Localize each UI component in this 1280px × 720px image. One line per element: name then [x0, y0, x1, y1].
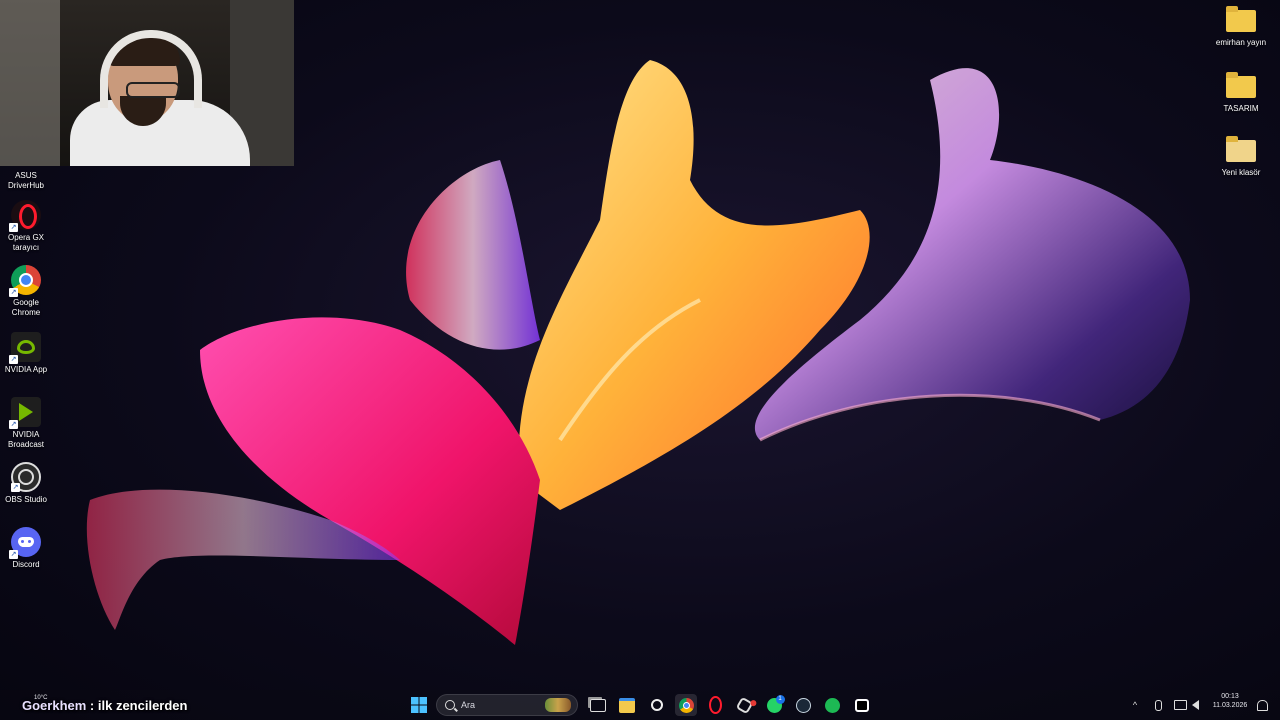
taskbar-chrome[interactable] [675, 694, 697, 716]
desktop-icon-label: NVIDIA Broadcast [7, 430, 45, 449]
obs-icon: ↗ [11, 462, 41, 492]
stream-chat-caption: Goerkhem : ilk zencilerden [22, 698, 187, 713]
folder-icon [1226, 6, 1256, 32]
search-placeholder: Ara [461, 700, 476, 710]
chrome-icon: ↗ [9, 265, 41, 297]
taskbar-chatgpt[interactable] [733, 694, 757, 716]
taskbar-spotify[interactable] [821, 694, 843, 716]
tray-volume[interactable] [1188, 694, 1202, 716]
desktop-icon-label: Opera GX tarayıcı [7, 233, 44, 252]
steelseries-icon [651, 699, 663, 711]
taskbar: 10°C Ara 1 ^ 00:13 11.03.2026 [0, 690, 1280, 720]
taskbar-steam[interactable] [792, 694, 814, 716]
folder-icon [1226, 72, 1256, 98]
desktop-icon-label: Yeni klasör [1221, 168, 1261, 177]
desktop-folder-tasarim[interactable]: TASARIM [1215, 70, 1267, 114]
clock-date: 11.03.2026 [1212, 702, 1248, 709]
microphone-icon [1154, 699, 1162, 711]
taskbar-search-box[interactable]: Ara [436, 694, 578, 716]
desktop-icon-label: TASARIM [1223, 104, 1259, 113]
file-explorer-icon [619, 697, 635, 713]
desktop-icon-google-chrome[interactable]: ↗ Google Chrome [0, 265, 52, 318]
nvidia-icon: ↗ [9, 332, 41, 364]
desktop-icon-label: OBS Studio [5, 495, 47, 504]
tray-microphone[interactable] [1150, 694, 1166, 716]
chat-author: Goerkhem [22, 698, 87, 713]
tray-clock[interactable]: 00:13 11.03.2026 [1208, 693, 1252, 709]
desktop-icon-label: ASUS DriverHub [7, 171, 44, 190]
tray-network[interactable] [1172, 694, 1188, 716]
desktop-icon-nvidia-broadcast[interactable]: ↗ NVIDIA Broadcast [0, 397, 52, 450]
chat-separator: : [86, 698, 98, 713]
speaker-icon [1191, 700, 1199, 710]
search-highlight-image [545, 698, 571, 712]
opera-gx-icon: ↗ [9, 200, 41, 232]
desktop-icon-label: NVIDIA App [4, 365, 48, 374]
desktop-folder-yeni-klasor[interactable]: Yeni klasör [1215, 134, 1267, 178]
tray-overflow-button[interactable]: ^ [1127, 694, 1143, 716]
nvidia-broadcast-icon: ↗ [9, 397, 41, 429]
desktop-icon-discord[interactable]: ↗ Discord [0, 527, 52, 570]
chevron-up-icon: ^ [1132, 700, 1138, 710]
spotify-icon [824, 697, 840, 713]
steam-icon [795, 697, 811, 713]
folder-icon [1226, 136, 1256, 162]
chat-message: ilk zencilerden [97, 698, 188, 713]
start-button[interactable] [408, 694, 430, 716]
windows-start-icon [411, 697, 427, 713]
opera-gx-icon [708, 696, 722, 714]
whatsapp-icon: 1 [766, 694, 785, 713]
tray-notifications[interactable] [1254, 694, 1270, 716]
desktop-folder-emirhan-yayin[interactable]: emirhan yayın [1215, 4, 1267, 48]
task-view-icon [590, 698, 606, 712]
taskbar-whatsapp[interactable]: 1 [763, 694, 785, 716]
taskbar-file-explorer[interactable] [616, 694, 638, 716]
search-icon [445, 700, 455, 710]
desktop-icon-label: emirhan yayın [1215, 38, 1267, 47]
background-window [0, 0, 60, 166]
clock-time: 00:13 [1221, 693, 1239, 700]
desktop-icon-label: Discord [12, 560, 40, 569]
desktop-icon-asus-driverhub[interactable]: ASUS DriverHub [0, 168, 52, 191]
chatgpt-icon [735, 696, 757, 714]
discord-icon: ↗ [9, 527, 41, 559]
chrome-icon [678, 697, 694, 713]
task-view-button[interactable] [587, 694, 609, 716]
desktop-icon-label: Google Chrome [11, 298, 41, 317]
taskbar-steelseries[interactable] [646, 694, 668, 716]
taskbar-capcut[interactable] [851, 694, 873, 716]
whatsapp-unread-badge: 1 [775, 694, 785, 704]
desktop-icon-obs-studio[interactable]: ↗ OBS Studio [0, 462, 52, 505]
webcam-overlay [0, 0, 294, 166]
notification-bell-icon [1256, 699, 1268, 711]
desktop-icon-opera-gx[interactable]: ↗ Opera GX tarayıcı [0, 200, 52, 253]
taskbar-opera-gx[interactable] [704, 694, 726, 716]
network-icon [1173, 700, 1187, 710]
capcut-icon [855, 698, 869, 712]
desktop-icon-nvidia-app[interactable]: ↗ NVIDIA App [0, 332, 52, 375]
